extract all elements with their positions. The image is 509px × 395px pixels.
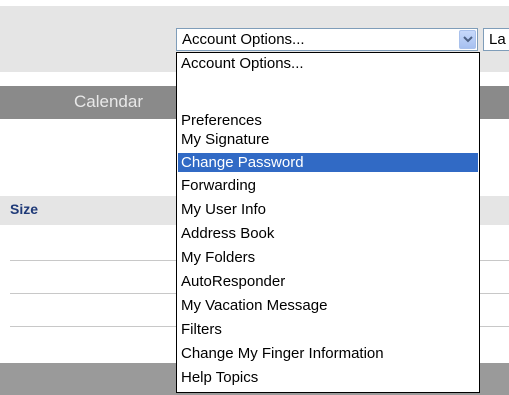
option-forwarding[interactable]: Forwarding [178,176,478,195]
option-my-vacation-message[interactable]: My Vacation Message [178,296,478,315]
option-my-signature[interactable]: My Signature [178,130,478,149]
option-help-topics[interactable]: Help Topics [178,368,478,387]
option-account-options[interactable]: Account Options... [178,54,478,73]
language-select-value: La [489,31,506,48]
option-autoresponder[interactable]: AutoResponder [178,272,478,291]
account-options-value: Account Options... [182,31,305,48]
language-select[interactable]: La [483,28,509,51]
option-blank[interactable] [178,73,478,92]
option-filters[interactable]: Filters [178,320,478,339]
option-preferences[interactable]: Preferences [178,111,478,130]
option-address-book[interactable]: Address Book [178,224,478,243]
option-my-folders[interactable]: My Folders [178,248,478,267]
size-column-header[interactable]: Size [10,201,38,217]
option-change-finger-information[interactable]: Change My Finger Information [178,344,478,363]
account-options-select[interactable]: Account Options... [176,28,478,51]
top-edge [0,0,509,6]
account-options-dropdown: Account Options... Preferences My Signat… [176,52,480,393]
option-change-password[interactable]: Change Password [178,153,478,172]
nav-calendar-link[interactable]: Calendar [74,92,143,112]
option-my-user-info[interactable]: My User Info [178,200,478,219]
chevron-down-icon [463,36,473,43]
dropdown-arrow-button[interactable] [459,30,476,49]
